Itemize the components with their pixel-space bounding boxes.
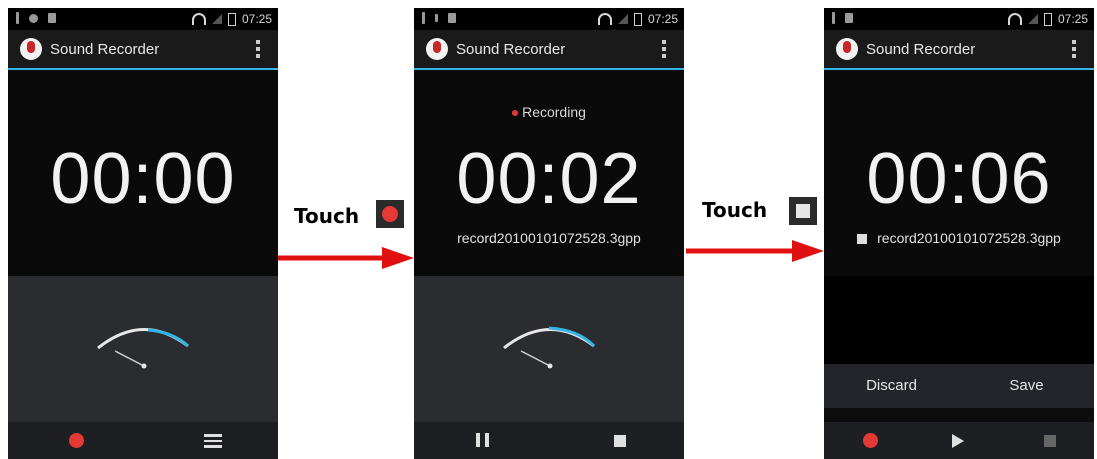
recording-filename: record20100101072528.3gpp	[457, 230, 641, 246]
app-title: Sound Recorder	[50, 41, 160, 58]
status-bar: 07:25	[414, 8, 684, 30]
discard-button[interactable]: Discard	[824, 364, 959, 408]
battery-icon	[227, 12, 236, 26]
action-bar: Sound Recorder	[414, 30, 684, 70]
notification-icon	[29, 13, 38, 23]
stop-icon	[796, 204, 810, 218]
app-microphone-icon	[836, 38, 858, 60]
phone-screen-recording: 07:25 Sound Recorder Recording 00:02 rec…	[414, 8, 684, 459]
app-microphone-icon	[426, 38, 448, 60]
level-meter-gauge	[97, 328, 190, 369]
timer-panel: Recording 00:02 record20100101072528.3gp…	[414, 70, 684, 276]
overflow-menu-icon[interactable]	[1072, 40, 1076, 58]
status-time: 07:25	[241, 12, 272, 26]
record-icon[interactable]	[863, 433, 878, 448]
record-button-hint	[376, 200, 404, 228]
overflow-menu-icon[interactable]	[662, 40, 666, 58]
notification-icon	[448, 13, 456, 23]
record-icon[interactable]	[69, 433, 84, 448]
timer-panel: 00:00	[8, 70, 278, 276]
file-checkbox-icon	[857, 234, 868, 245]
recording-filename: record20100101072528.3gpp	[824, 230, 1094, 246]
level-meter-gauge	[503, 326, 596, 369]
empty-panel	[824, 276, 1094, 364]
recording-filename-label: record20100101072528.3gpp	[877, 230, 1061, 246]
timer-display: 00:02	[456, 139, 642, 219]
timer-panel: 00:06 record20100101072528.3gpp	[824, 70, 1094, 276]
timer-display: 00:06	[866, 139, 1052, 219]
stop-button-hint	[789, 197, 817, 225]
recordings-list-icon[interactable]	[204, 434, 222, 449]
control-bar	[824, 422, 1094, 459]
recording-status-label: Recording	[522, 104, 586, 120]
touch-label: Touch	[702, 198, 768, 222]
control-bar	[414, 422, 684, 459]
app-microphone-icon	[20, 38, 42, 60]
stop-icon[interactable]	[614, 435, 626, 447]
pause-icon[interactable]	[476, 433, 489, 447]
app-title: Sound Recorder	[866, 41, 976, 58]
battery-icon	[633, 12, 642, 26]
notification-icon	[48, 13, 56, 23]
play-icon[interactable]	[952, 434, 964, 448]
signal-icon	[617, 14, 628, 24]
signal-icon	[1027, 14, 1038, 24]
phone-screen-stopped: 07:25 Sound Recorder 00:06 record2010010…	[824, 8, 1094, 459]
app-title: Sound Recorder	[456, 41, 566, 58]
level-panel	[8, 276, 278, 422]
action-bar: Sound Recorder	[824, 30, 1094, 70]
usb-icon	[832, 12, 835, 24]
status-bar: 07:25	[8, 8, 278, 30]
timer-display: 00:00	[50, 139, 236, 219]
save-discard-bar: Discard Save	[824, 364, 1094, 408]
notification-icon	[845, 13, 853, 23]
usb-icon	[422, 12, 425, 24]
status-bar: 07:25	[824, 8, 1094, 30]
recording-status: Recording	[414, 104, 684, 120]
control-bar	[8, 422, 278, 459]
overflow-menu-icon[interactable]	[256, 40, 260, 58]
arrow-right-icon	[278, 247, 414, 269]
notification-icon	[435, 14, 438, 22]
level-panel	[414, 276, 684, 422]
battery-icon	[1043, 12, 1052, 26]
phone-screen-idle: 07:25 Sound Recorder 00:00	[8, 8, 278, 459]
action-bar: Sound Recorder	[8, 30, 278, 70]
signal-icon	[211, 14, 222, 24]
status-time: 07:25	[1057, 12, 1088, 26]
recording-dot-icon	[512, 110, 519, 117]
headset-icon	[1007, 13, 1022, 25]
touch-label: Touch	[294, 204, 360, 228]
headset-icon	[597, 13, 612, 25]
headset-icon	[191, 13, 206, 25]
usb-icon	[16, 12, 19, 24]
save-button[interactable]: Save	[959, 364, 1094, 408]
arrow-right-icon	[686, 240, 824, 262]
stop-icon	[1044, 435, 1056, 447]
record-icon	[382, 206, 398, 222]
status-time: 07:25	[647, 12, 678, 26]
